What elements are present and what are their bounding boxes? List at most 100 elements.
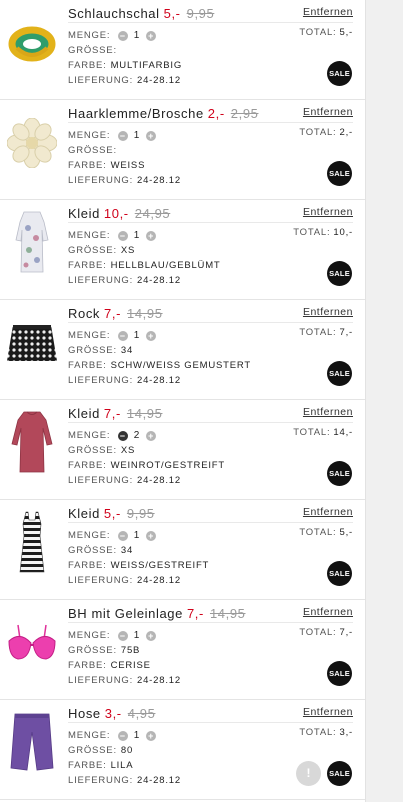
delivery-value: 24-28.12 bbox=[137, 275, 181, 286]
product-image-striped-dress[interactable] bbox=[4, 508, 60, 578]
item-total: TOTAL: 3,- bbox=[299, 727, 353, 738]
decrease-quantity-button[interactable]: − bbox=[117, 630, 128, 641]
page-scrollbar-track[interactable] bbox=[385, 0, 403, 802]
item-name[interactable]: Rock bbox=[68, 306, 100, 321]
total-value: 14,- bbox=[333, 427, 353, 438]
item-name[interactable]: BH mit Geleinlage bbox=[68, 606, 183, 621]
size-label: GRÖSSE: bbox=[68, 445, 117, 456]
increase-quantity-button[interactable]: + bbox=[146, 30, 157, 41]
decrease-quantity-button[interactable]: − bbox=[117, 330, 128, 341]
delivery-value: 24-28.12 bbox=[137, 575, 181, 586]
size-row: GRÖSSE: 75B bbox=[68, 645, 140, 656]
decrease-quantity-button[interactable]: − bbox=[117, 730, 128, 741]
total-value: 2,- bbox=[339, 127, 353, 138]
delivery-value: 24-28.12 bbox=[137, 775, 181, 786]
product-image-pink-bra[interactable] bbox=[4, 608, 60, 678]
color-value: CERISE bbox=[110, 660, 151, 671]
quantity-stepper: − 1 + bbox=[117, 130, 157, 141]
remove-link[interactable]: Entfernen bbox=[303, 306, 353, 318]
cart-item: Rock 7,- 14,95 Entfernen MENGE: − 1 + GRÖS… bbox=[0, 300, 365, 400]
increase-quantity-button[interactable]: + bbox=[146, 130, 157, 141]
delivery-label: LIEFERUNG: bbox=[68, 475, 134, 486]
total-value: 5,- bbox=[339, 527, 353, 538]
product-image-scarf[interactable] bbox=[4, 8, 60, 78]
size-row: GRÖSSE: bbox=[68, 145, 121, 156]
quantity-row: MENGE: − 2 + bbox=[68, 430, 157, 441]
product-image-purple-pants[interactable] bbox=[4, 708, 60, 778]
color-label: FARBE: bbox=[68, 660, 107, 671]
item-name[interactable]: Kleid bbox=[68, 506, 100, 521]
remove-link[interactable]: Entfernen bbox=[303, 6, 353, 18]
item-name[interactable]: Schlauchschal bbox=[68, 6, 160, 21]
delivery-row: LIEFERUNG: 24-28.12 bbox=[68, 775, 181, 786]
remove-link[interactable]: Entfernen bbox=[303, 506, 353, 518]
size-row: GRÖSSE: XS bbox=[68, 445, 135, 456]
increase-quantity-button[interactable]: + bbox=[146, 430, 157, 441]
total-value: 3,- bbox=[339, 727, 353, 738]
quantity-label: MENGE: bbox=[68, 30, 111, 42]
increase-quantity-button[interactable]: + bbox=[146, 330, 157, 341]
sale-badge: SALE bbox=[327, 361, 352, 386]
delivery-row: LIEFERUNG: 24-28.12 bbox=[68, 675, 181, 686]
delivery-row: LIEFERUNG: 24-28.12 bbox=[68, 475, 181, 486]
product-image-red-dress[interactable] bbox=[4, 408, 60, 478]
quantity-stepper: − 1 + bbox=[117, 530, 157, 541]
decrease-quantity-button[interactable]: − bbox=[117, 130, 128, 141]
sale-badge: SALE bbox=[327, 461, 352, 486]
cart-item: Hose 3,- 4,95 Entfernen MENGE: − 1 + GRÖSS… bbox=[0, 700, 365, 800]
item-total: TOTAL: 14,- bbox=[293, 427, 353, 438]
remove-link[interactable]: Entfernen bbox=[303, 106, 353, 118]
remove-link[interactable]: Entfernen bbox=[303, 206, 353, 218]
item-title-row: Rock 7,- 14,95 bbox=[68, 306, 163, 321]
warning-icon[interactable]: ! bbox=[296, 761, 321, 786]
quantity-label: MENGE: bbox=[68, 130, 111, 142]
remove-link[interactable]: Entfernen bbox=[303, 706, 353, 718]
size-row: GRÖSSE: 80 bbox=[68, 745, 133, 756]
sale-badge: SALE bbox=[327, 161, 352, 186]
increase-quantity-button[interactable]: + bbox=[146, 230, 157, 241]
item-title-row: Kleid 5,- 9,95 bbox=[68, 506, 155, 521]
color-row: FARBE: CERISE bbox=[68, 660, 151, 671]
item-title-row: Haarklemme/Brosche 2,- 2,95 bbox=[68, 106, 258, 121]
decrease-quantity-button[interactable]: − bbox=[117, 30, 128, 41]
quantity-label: MENGE: bbox=[68, 730, 111, 742]
decrease-quantity-button[interactable]: − bbox=[117, 530, 128, 541]
cart-item: Kleid 7,- 14,95 Entfernen MENGE: − 2 + GRÖ… bbox=[0, 400, 365, 500]
cart-item: BH mit Geleinlage 7,- 14,95 Entfernen MENG… bbox=[0, 600, 365, 700]
color-row: FARBE: MULTIFARBIG bbox=[68, 60, 182, 71]
increase-quantity-button[interactable]: + bbox=[146, 530, 157, 541]
item-price: 7,- bbox=[103, 406, 121, 421]
increase-quantity-button[interactable]: + bbox=[146, 630, 157, 641]
remove-link[interactable]: Entfernen bbox=[303, 406, 353, 418]
item-name[interactable]: Kleid bbox=[68, 406, 100, 421]
cart-item: Haarklemme/Brosche 2,- 2,95 Entfernen MENG… bbox=[0, 100, 365, 200]
scarf-icon bbox=[8, 26, 56, 62]
quantity-value: 1 bbox=[133, 130, 141, 141]
item-name[interactable]: Haarklemme/Brosche bbox=[68, 106, 204, 121]
color-row: FARBE: LILA bbox=[68, 760, 133, 771]
quantity-label: MENGE: bbox=[68, 230, 111, 242]
quantity-row: MENGE: − 1 + bbox=[68, 230, 157, 242]
product-image-floral-dress[interactable] bbox=[4, 208, 60, 278]
color-value: HELLBLAU/GEBLÜMT bbox=[110, 260, 221, 271]
color-label: FARBE: bbox=[68, 360, 107, 371]
delivery-label: LIEFERUNG: bbox=[68, 775, 134, 786]
size-value: XS bbox=[120, 445, 136, 456]
product-image-patterned-skirt[interactable] bbox=[4, 308, 60, 378]
delivery-value: 24-28.12 bbox=[137, 675, 181, 686]
item-name[interactable]: Hose bbox=[68, 706, 101, 721]
item-title-row: Hose 3,- 4,95 bbox=[68, 706, 155, 721]
decrease-quantity-button[interactable]: − bbox=[117, 230, 128, 241]
color-row: FARBE: WEISS/GESTREIFT bbox=[68, 560, 209, 571]
quantity-row: MENGE: − 1 + bbox=[68, 330, 157, 341]
remove-link[interactable]: Entfernen bbox=[303, 606, 353, 618]
product-image-flower-brooch[interactable] bbox=[4, 108, 60, 178]
total-value: 10,- bbox=[333, 227, 353, 238]
item-price: 7,- bbox=[104, 306, 122, 321]
item-name[interactable]: Kleid bbox=[68, 206, 100, 221]
increase-quantity-button[interactable]: + bbox=[146, 730, 157, 741]
decrease-quantity-button[interactable]: − bbox=[117, 430, 128, 441]
divider bbox=[68, 722, 353, 723]
delivery-value: 24-28.12 bbox=[137, 75, 181, 86]
item-title-row: Kleid 7,- 14,95 bbox=[68, 406, 162, 421]
